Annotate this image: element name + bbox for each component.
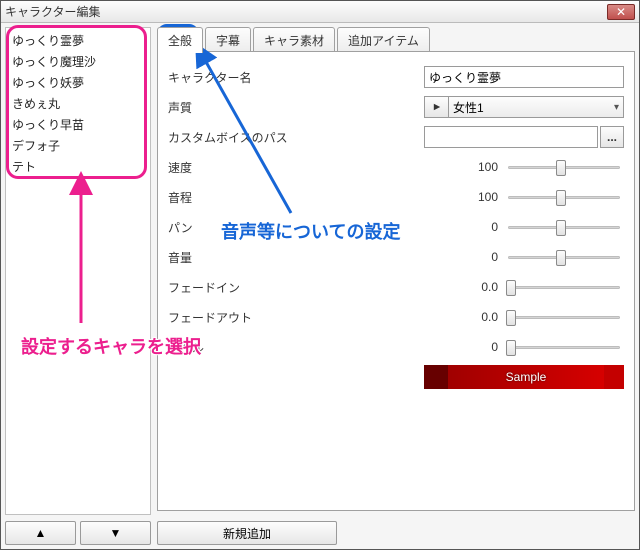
close-icon: ✕ xyxy=(616,6,626,18)
fadein-label: フェードイン xyxy=(168,279,318,296)
labelcolor-label: ラベル xyxy=(168,339,318,356)
annotation-arrow-pink xyxy=(61,173,101,333)
speed-value: 100 xyxy=(448,160,498,174)
move-up-button[interactable]: ▲ xyxy=(5,521,76,545)
voice-select-value: 女性1 xyxy=(453,99,484,116)
titlebar: キャラクター編集 ✕ xyxy=(1,1,639,23)
volume-slider[interactable] xyxy=(504,248,624,266)
triangle-down-icon: ▼ xyxy=(110,526,122,540)
chevron-down-icon: ▾ xyxy=(614,102,619,113)
list-item[interactable]: きめぇ丸 xyxy=(10,93,146,114)
window-title: キャラクター編集 xyxy=(5,3,607,20)
speed-slider[interactable] xyxy=(504,158,624,176)
fadeout-value: 0.0 xyxy=(448,310,498,324)
move-down-button[interactable]: ▼ xyxy=(80,521,151,545)
reorder-buttons: ▲ ▼ xyxy=(5,521,151,545)
list-item[interactable]: ゆっくり妖夢 xyxy=(10,72,146,93)
label-color-preview: Sample xyxy=(424,365,624,389)
character-edit-window: キャラクター編集 ✕ ゆっくり霊夢 ゆっくり魔理沙 ゆっくり妖夢 きめぇ丸 ゆっ… xyxy=(0,0,640,550)
volume-label: 音量 xyxy=(168,249,318,266)
close-button[interactable]: ✕ xyxy=(607,4,635,20)
annotation-arrow-blue xyxy=(191,43,311,223)
pan-value: 0 xyxy=(448,220,498,234)
labelcolor-value: 0 xyxy=(448,340,498,354)
fadein-value: 0.0 xyxy=(448,280,498,294)
fadeout-slider[interactable] xyxy=(504,308,624,326)
triangle-up-icon: ▲ xyxy=(35,526,47,540)
play-voice-button[interactable] xyxy=(424,96,448,118)
browse-button[interactable]: ... xyxy=(600,126,624,148)
sample-text: Sample xyxy=(448,365,604,389)
list-item[interactable]: ゆっくり霊夢 xyxy=(10,30,146,51)
pan-slider[interactable] xyxy=(504,218,624,236)
new-character-button[interactable]: 新規追加 xyxy=(157,521,337,545)
pitch-value: 100 xyxy=(448,190,498,204)
fadein-slider[interactable] xyxy=(504,278,624,296)
labelcolor-slider[interactable] xyxy=(504,338,624,356)
tab-additem[interactable]: 追加アイテム xyxy=(337,27,430,53)
window-body: ゆっくり霊夢 ゆっくり魔理沙 ゆっくり妖夢 きめぇ丸 ゆっくり早苗 デフォ子 テ… xyxy=(1,23,639,549)
custom-voice-path-input[interactable] xyxy=(424,126,598,148)
list-item[interactable]: ゆっくり魔理沙 xyxy=(10,51,146,72)
character-name-input[interactable]: ゆっくり霊夢 xyxy=(424,66,624,88)
list-item[interactable]: ゆっくり早苗 xyxy=(10,114,146,135)
pitch-slider[interactable] xyxy=(504,188,624,206)
volume-value: 0 xyxy=(448,250,498,264)
list-item[interactable]: デフォ子 xyxy=(10,135,146,156)
fadeout-label: フェードアウト xyxy=(168,309,318,326)
voice-select[interactable]: 女性1 ▾ xyxy=(448,96,624,118)
tab-general[interactable]: 全般 xyxy=(157,27,203,53)
play-icon xyxy=(433,103,441,111)
